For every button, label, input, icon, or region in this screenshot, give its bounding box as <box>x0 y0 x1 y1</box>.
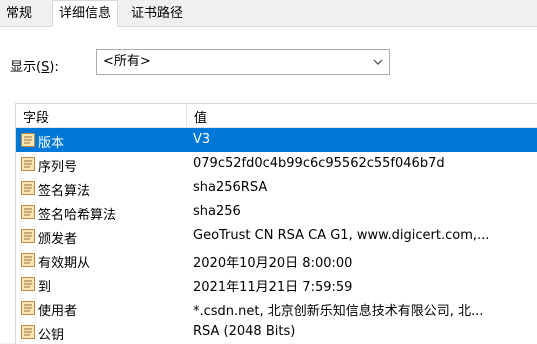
certificate-field-icon <box>21 133 35 147</box>
details-panel: 显示(S): <所有> 字段 值 版本 V3 序列号 079c52fd0c4b9… <box>0 27 537 344</box>
list-item[interactable]: 公钥 RSA (2048 Bits) <box>16 320 537 344</box>
field-name: 签名哈希算法 <box>38 208 117 223</box>
list-item[interactable]: 使用者 *.csdn.net, 北京创新乐知信息技术有限公司, 北... <box>16 296 537 320</box>
certificate-field-icon <box>21 229 35 243</box>
certificate-field-icon <box>21 157 35 171</box>
field-value: *.csdn.net, 北京创新乐知信息技术有限公司, 北... <box>193 304 484 319</box>
field-value: 2020年10月20日 8:00:00 <box>193 256 353 271</box>
field-value: 2021年11月21日 7:59:59 <box>193 280 353 295</box>
field-value: RSA (2048 Bits) <box>193 324 296 339</box>
tab-details[interactable]: 详细信息 <box>52 0 119 27</box>
list-item[interactable]: 签名算法 sha256RSA <box>16 176 537 200</box>
show-label-prefix: 显示( <box>10 60 42 75</box>
field-value: V3 <box>193 132 211 147</box>
field-name: 到 <box>38 280 52 295</box>
column-header-field[interactable]: 字段 <box>23 107 49 126</box>
list-item[interactable]: 版本 V3 <box>16 128 537 152</box>
list-item[interactable]: 有效期从 2020年10月20日 8:00:00 <box>16 248 537 272</box>
certificate-field-icon <box>21 277 35 291</box>
certificate-field-icon <box>21 181 35 195</box>
list-item[interactable]: 颁发者 GeoTrust CN RSA CA G1, www.digicert.… <box>16 224 537 248</box>
certificate-field-icon <box>21 205 35 219</box>
show-dropdown[interactable]: <所有> <box>96 49 390 75</box>
field-name: 序列号 <box>38 160 78 175</box>
field-name: 颁发者 <box>38 232 78 247</box>
field-list[interactable]: 字段 值 版本 V3 序列号 079c52fd0c4b99c6c95562c55… <box>15 103 537 344</box>
field-value: sha256RSA <box>193 180 268 195</box>
column-header-value[interactable]: 值 <box>194 107 207 126</box>
field-name: 公钥 <box>38 328 65 343</box>
column-separator[interactable] <box>186 104 187 127</box>
list-item[interactable]: 签名哈希算法 sha256 <box>16 200 537 224</box>
certificate-field-icon <box>21 301 35 315</box>
tab-general[interactable]: 常规 <box>0 3 38 25</box>
show-dropdown-value: <所有> <box>103 54 151 69</box>
field-value: GeoTrust CN RSA CA G1, www.digicert.com,… <box>193 228 490 243</box>
chevron-down-icon <box>373 59 383 65</box>
tab-strip: 常规 详细信息 证书路径 <box>0 0 537 27</box>
field-name: 使用者 <box>38 304 78 319</box>
tab-certification-path[interactable]: 证书路径 <box>125 3 189 25</box>
list-header: 字段 值 <box>16 104 537 128</box>
list-item[interactable]: 序列号 079c52fd0c4b99c6c95562c55f046b7d <box>16 152 537 176</box>
field-name: 版本 <box>38 136 65 151</box>
field-value: 079c52fd0c4b99c6c95562c55f046b7d <box>193 156 445 171</box>
field-value: sha256 <box>193 204 241 219</box>
show-label: 显示(S): <box>10 56 59 75</box>
field-name: 签名算法 <box>38 184 91 199</box>
field-name: 有效期从 <box>38 256 91 271</box>
list-item[interactable]: 到 2021年11月21日 7:59:59 <box>16 272 537 296</box>
show-label-suffix: ): <box>49 60 59 75</box>
certificate-field-icon <box>21 325 35 339</box>
certificate-field-icon <box>21 253 35 267</box>
